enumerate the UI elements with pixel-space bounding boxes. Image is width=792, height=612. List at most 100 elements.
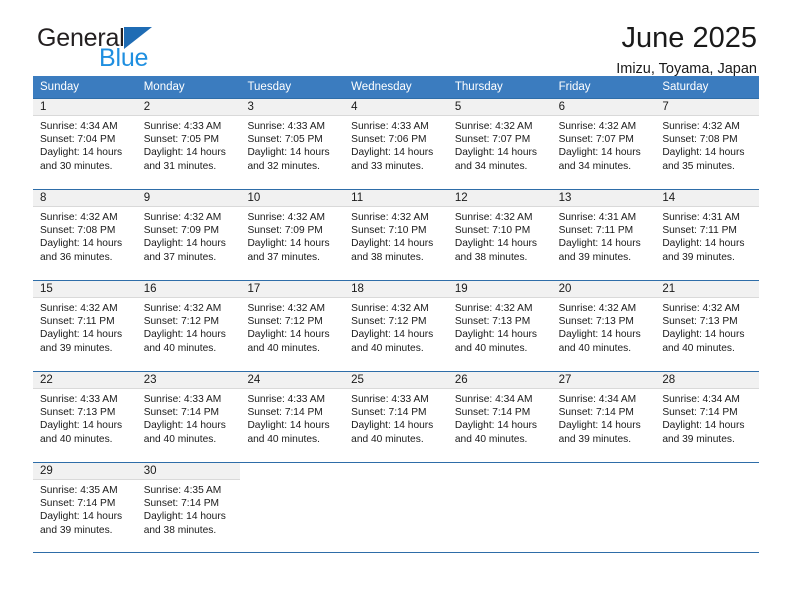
day-cell[interactable]: 13 Sunrise: 4:31 AM Sunset: 7:11 PM Dayligh… xyxy=(551,190,656,280)
weekday-header-sunday: Sunday xyxy=(40,81,80,93)
daylight-text: Daylight: 14 hours and 40 minutes. xyxy=(247,329,330,354)
day-cell[interactable]: 29 Sunrise: 4:35 AM Sunset: 7:14 PM Dayligh… xyxy=(33,463,137,552)
day-cell[interactable]: 16 Sunrise: 4:32 AM Sunset: 7:12 PM Dayligh… xyxy=(136,281,241,371)
day-number-band: 2 xyxy=(136,99,241,116)
day-cell[interactable]: 26 Sunrise: 4:34 AM Sunset: 7:14 PM Dayligh… xyxy=(447,372,552,462)
sunset-text: Sunset: 7:10 PM xyxy=(454,225,531,237)
daylight-text: Daylight: 14 hours and 35 minutes. xyxy=(662,147,745,172)
day-cell[interactable]: 2 Sunrise: 4:33 AM Sunset: 7:05 PM Daylight… xyxy=(136,99,241,189)
day-number-band: 17 xyxy=(240,281,345,298)
day-number: 13 xyxy=(558,192,572,204)
day-number-band: 7 xyxy=(655,99,760,116)
sunset-text: Sunset: 7:14 PM xyxy=(662,407,738,419)
day-sun-info: Sunrise: 4:32 AM Sunset: 7:08 PM Daylight:… xyxy=(33,207,137,264)
sunrise-text: Sunrise: 4:32 AM xyxy=(40,303,118,314)
day-sun-info: Sunrise: 4:32 AM Sunset: 7:13 PM Daylight:… xyxy=(655,298,759,355)
day-number-band xyxy=(344,463,448,480)
sunrise-text: Sunrise: 4:33 AM xyxy=(247,121,326,132)
day-cell[interactable]: 1 Sunrise: 4:34 AM Sunset: 7:04 PM Daylight… xyxy=(33,99,137,189)
day-sun-info: Sunrise: 4:32 AM Sunset: 7:12 PM Daylight:… xyxy=(137,298,241,355)
day-cell[interactable]: 8 Sunrise: 4:32 AM Sunset: 7:08 PM Daylight… xyxy=(33,190,137,280)
day-cell[interactable]: 28 Sunrise: 4:34 AM Sunset: 7:14 PM Dayligh… xyxy=(655,372,760,462)
day-number-band xyxy=(551,463,656,480)
weekday-header-tuesday: Tuesday xyxy=(247,81,292,93)
day-number-band: 4 xyxy=(344,99,448,116)
day-cell-empty xyxy=(655,463,760,552)
day-cell[interactable]: 15 Sunrise: 4:32 AM Sunset: 7:11 PM Dayligh… xyxy=(33,281,137,371)
day-number: 24 xyxy=(247,374,261,386)
sunrise-text: Sunrise: 4:32 AM xyxy=(247,212,326,223)
day-cell[interactable]: 20 Sunrise: 4:32 AM Sunset: 7:13 PM Dayligh… xyxy=(551,281,656,371)
daylight-text: Daylight: 14 hours and 40 minutes. xyxy=(40,420,123,445)
day-number: 21 xyxy=(662,283,676,295)
page-subtitle: Imizu, Toyama, Japan xyxy=(616,61,757,78)
page-title: June 2025 xyxy=(621,22,757,54)
day-number-band: 30 xyxy=(136,463,241,480)
day-cell-empty xyxy=(240,463,345,552)
day-cell[interactable]: 7 Sunrise: 4:32 AM Sunset: 7:08 PM Daylight… xyxy=(655,99,760,189)
sunset-text: Sunset: 7:12 PM xyxy=(143,316,220,328)
calendar-body: 1 Sunrise: 4:34 AM Sunset: 7:04 PM Daylight… xyxy=(33,98,760,553)
day-cell[interactable]: 9 Sunrise: 4:32 AM Sunset: 7:09 PM Daylight… xyxy=(136,190,241,280)
day-number-band: 28 xyxy=(655,372,760,389)
calendar-week-row: 8 Sunrise: 4:32 AM Sunset: 7:08 PM Daylight… xyxy=(33,189,760,280)
day-number-band: 29 xyxy=(33,463,137,480)
day-sun-info: Sunrise: 4:32 AM Sunset: 7:12 PM Daylight:… xyxy=(344,298,448,355)
day-sun-info: Sunrise: 4:33 AM Sunset: 7:14 PM Daylight:… xyxy=(344,389,448,446)
day-number-band: 12 xyxy=(447,190,552,207)
day-cell[interactable]: 6 Sunrise: 4:32 AM Sunset: 7:07 PM Daylight… xyxy=(551,99,656,189)
day-sun-info: Sunrise: 4:32 AM Sunset: 7:12 PM Daylight:… xyxy=(240,298,344,355)
day-number: 17 xyxy=(247,283,261,295)
daylight-text: Daylight: 14 hours and 40 minutes. xyxy=(143,329,226,354)
day-cell[interactable]: 24 Sunrise: 4:33 AM Sunset: 7:14 PM Dayligh… xyxy=(240,372,345,462)
day-number-band: 8 xyxy=(33,190,137,207)
day-cell[interactable]: 23 Sunrise: 4:33 AM Sunset: 7:14 PM Dayligh… xyxy=(136,372,241,462)
day-sun-info: Sunrise: 4:32 AM Sunset: 7:10 PM Daylight:… xyxy=(448,207,552,264)
day-cell[interactable]: 25 Sunrise: 4:33 AM Sunset: 7:14 PM Dayligh… xyxy=(344,372,448,462)
day-cell[interactable]: 18 Sunrise: 4:32 AM Sunset: 7:12 PM Dayligh… xyxy=(344,281,448,371)
sunset-text: Sunset: 7:12 PM xyxy=(247,316,323,328)
day-number-band: 3 xyxy=(240,99,345,116)
sunrise-text: Sunrise: 4:32 AM xyxy=(454,121,533,132)
day-number-band: 6 xyxy=(551,99,656,116)
day-number: 11 xyxy=(351,192,364,204)
sunrise-text: Sunrise: 4:33 AM xyxy=(40,394,118,405)
daylight-text: Daylight: 14 hours and 36 minutes. xyxy=(40,238,123,263)
day-cell[interactable]: 27 Sunrise: 4:34 AM Sunset: 7:14 PM Dayligh… xyxy=(551,372,656,462)
day-sun-info: Sunrise: 4:33 AM Sunset: 7:13 PM Daylight:… xyxy=(33,389,137,446)
sunrise-text: Sunrise: 4:35 AM xyxy=(40,485,118,496)
daylight-text: Daylight: 14 hours and 37 minutes. xyxy=(143,238,226,263)
day-cell[interactable]: 3 Sunrise: 4:33 AM Sunset: 7:05 PM Daylight… xyxy=(240,99,345,189)
day-cell[interactable]: 21 Sunrise: 4:32 AM Sunset: 7:13 PM Dayligh… xyxy=(655,281,760,371)
day-cell[interactable]: 4 Sunrise: 4:33 AM Sunset: 7:06 PM Daylight… xyxy=(344,99,448,189)
day-cell[interactable]: 14 Sunrise: 4:31 AM Sunset: 7:11 PM Dayligh… xyxy=(655,190,760,280)
sunrise-text: Sunrise: 4:32 AM xyxy=(143,303,222,314)
day-number: 2 xyxy=(143,101,151,113)
day-number-band: 15 xyxy=(33,281,137,298)
day-number-band xyxy=(447,463,552,480)
day-cell[interactable]: 22 Sunrise: 4:33 AM Sunset: 7:13 PM Dayligh… xyxy=(33,372,137,462)
sunset-text: Sunset: 7:10 PM xyxy=(351,225,427,237)
sunset-text: Sunset: 7:08 PM xyxy=(662,134,738,146)
day-cell[interactable]: 5 Sunrise: 4:32 AM Sunset: 7:07 PM Daylight… xyxy=(447,99,552,189)
day-sun-info: Sunrise: 4:32 AM Sunset: 7:10 PM Daylight:… xyxy=(344,207,448,264)
day-sun-info: Sunrise: 4:33 AM Sunset: 7:14 PM Daylight:… xyxy=(240,389,344,446)
day-number-band: 1 xyxy=(33,99,137,116)
day-sun-info: Sunrise: 4:34 AM Sunset: 7:14 PM Daylight:… xyxy=(552,389,656,446)
day-cell[interactable]: 30 Sunrise: 4:35 AM Sunset: 7:14 PM Dayligh… xyxy=(136,463,241,552)
day-cell[interactable]: 17 Sunrise: 4:32 AM Sunset: 7:12 PM Dayligh… xyxy=(240,281,345,371)
daylight-text: Daylight: 14 hours and 31 minutes. xyxy=(143,147,226,172)
day-cell[interactable]: 10 Sunrise: 4:32 AM Sunset: 7:09 PM Dayligh… xyxy=(240,190,345,280)
general-blue-logo[interactable]: General Blue xyxy=(37,26,257,78)
day-cell[interactable]: 12 Sunrise: 4:32 AM Sunset: 7:10 PM Dayligh… xyxy=(447,190,552,280)
daylight-text: Daylight: 14 hours and 39 minutes. xyxy=(40,511,123,536)
sunrise-text: Sunrise: 4:34 AM xyxy=(454,394,533,405)
day-number: 28 xyxy=(662,374,676,386)
calendar-week-row: 29 Sunrise: 4:35 AM Sunset: 7:14 PM Dayligh… xyxy=(33,462,760,553)
calendar-page: General Blue June 2025 Imizu, Toyama, Ja… xyxy=(0,0,792,612)
day-cell[interactable]: 19 Sunrise: 4:32 AM Sunset: 7:13 PM Dayligh… xyxy=(447,281,552,371)
day-cell[interactable]: 11 Sunrise: 4:32 AM Sunset: 7:10 PM Dayligh… xyxy=(344,190,448,280)
daylight-text: Daylight: 14 hours and 40 minutes. xyxy=(454,329,537,354)
sunrise-text: Sunrise: 4:33 AM xyxy=(247,394,326,405)
day-sun-info: Sunrise: 4:32 AM Sunset: 7:09 PM Daylight:… xyxy=(240,207,344,264)
